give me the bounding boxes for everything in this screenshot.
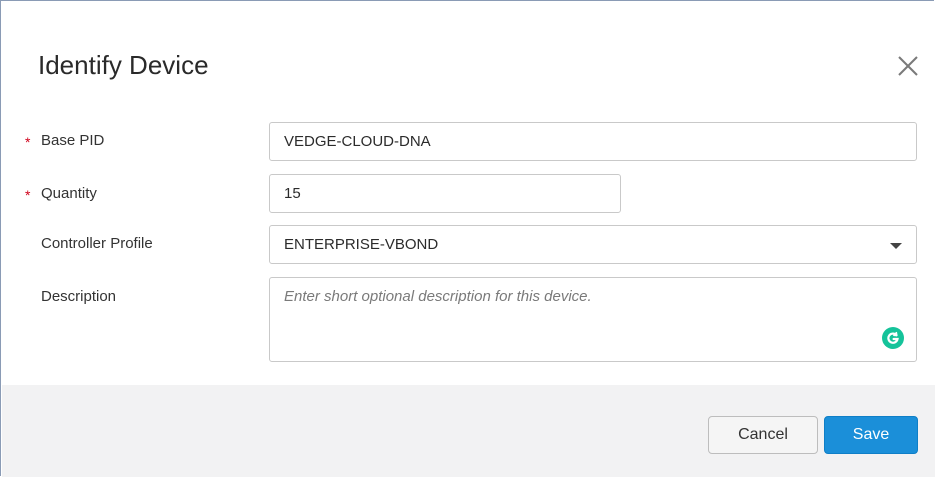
controller-profile-value: ENTERPRISE-VBOND (284, 236, 439, 253)
quantity-value: 15 (284, 185, 301, 202)
quantity-label: Quantity (41, 185, 97, 202)
description-textarea[interactable]: Enter short optional description for thi… (269, 277, 917, 362)
quantity-input[interactable]: 15 (269, 174, 621, 213)
controller-profile-select[interactable]: ENTERPRISE-VBOND (269, 225, 917, 264)
base-pid-input[interactable]: VEDGE-CLOUD-DNA (269, 122, 917, 161)
base-pid-label: Base PID (41, 132, 105, 149)
save-button[interactable]: Save (824, 416, 918, 454)
base-pid-value: VEDGE-CLOUD-DNA (284, 133, 431, 150)
dialog-title: Identify Device (38, 50, 209, 80)
description-placeholder: Enter short optional description for thi… (284, 288, 592, 305)
controller-profile-label: Controller Profile (41, 235, 153, 252)
identify-device-dialog: Identify Device * Base PID VEDGE-CLOUD-D… (0, 0, 935, 477)
required-marker: * (25, 134, 31, 150)
required-marker: * (25, 187, 31, 203)
close-icon[interactable] (891, 49, 923, 81)
grammarly-icon[interactable] (882, 327, 904, 349)
description-label: Description (41, 288, 117, 305)
cancel-button[interactable]: Cancel (708, 416, 818, 454)
chevron-down-icon[interactable] (890, 243, 902, 249)
